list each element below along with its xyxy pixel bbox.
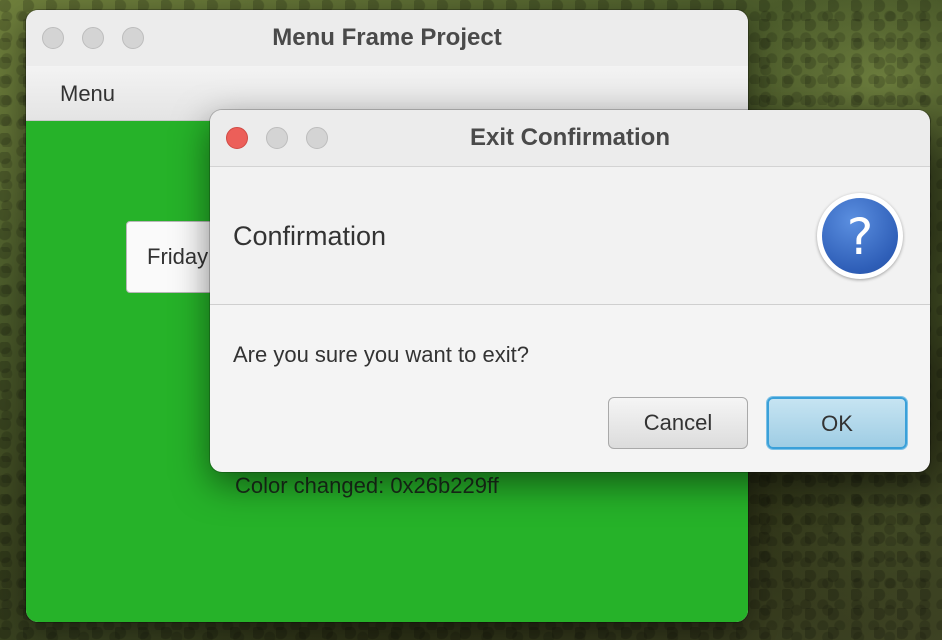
color-status-text: Color changed: 0x26b229ff: [235, 473, 499, 498]
dialog-message: Are you sure you want to exit?: [233, 342, 529, 367]
dialog-titlebar[interactable]: Exit Confirmation: [210, 110, 930, 167]
menu-menu[interactable]: Menu: [60, 66, 115, 120]
main-window-title: Menu Frame Project: [272, 24, 502, 51]
ok-button[interactable]: OK: [767, 397, 907, 449]
question-icon: ?: [817, 193, 903, 279]
dialog-title: Exit Confirmation: [469, 124, 670, 151]
dialog-header-text: Confirmation: [233, 221, 387, 251]
question-icon-glyph: ?: [822, 198, 898, 274]
cancel-button[interactable]: Cancel: [608, 397, 748, 449]
main-titlebar[interactable]: Menu Frame Project: [26, 10, 748, 67]
dialog-header: Confirmation ?: [210, 167, 930, 305]
exit-confirmation-dialog: Exit Confirmation Confirmation ? Are you…: [210, 110, 930, 472]
